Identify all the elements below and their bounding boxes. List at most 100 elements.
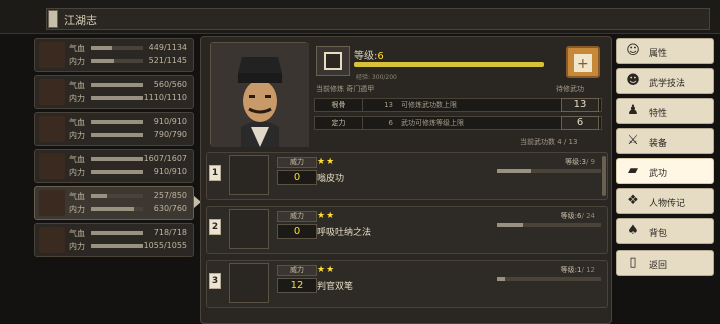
stat-row-gengu: 根骨 13 可修炼武功数上限 13: [314, 98, 602, 112]
menu-label: 特性: [649, 109, 668, 119]
menu-label: 武学技法: [649, 79, 686, 89]
mp-bar: [91, 207, 143, 211]
skill-level: 等级:1/ 12: [561, 265, 595, 275]
menu-label: 人物传记: [649, 199, 686, 209]
skill-level-label: 等级:: [560, 212, 578, 220]
page-title: 江湖志: [64, 14, 97, 27]
mp-label: 内力: [69, 168, 85, 177]
hp-bar: [91, 157, 143, 161]
menu-equipment[interactable]: ⚔ 装备: [616, 128, 714, 154]
power-label: 威力: [277, 157, 317, 168]
menu-attributes[interactable]: ☺ 属性: [616, 38, 714, 64]
menu-back[interactable]: ▯ 返回: [616, 250, 714, 276]
character-portrait: [210, 42, 309, 147]
menu-label: 返回: [649, 261, 668, 271]
mp-bar: [91, 133, 143, 137]
skill-stars: ★★: [317, 265, 336, 275]
title-frame: [46, 8, 710, 30]
top-bar: 江湖志: [0, 0, 720, 34]
mp-value: 790/790: [153, 130, 187, 139]
menu-traits[interactable]: ♟ 特性: [616, 98, 714, 124]
skill-list-scrollbar[interactable]: [602, 156, 606, 196]
stat-value: 13: [384, 101, 393, 109]
current-training-label: 当前修炼: [316, 85, 344, 93]
hp-label: 气血: [69, 192, 85, 201]
menu-martial-arts[interactable]: ▰ 武功: [616, 158, 714, 184]
skills-icon: ☻: [626, 73, 640, 88]
stat-row-dingli: 定力 6 武功可修炼等级上限 6: [314, 116, 602, 130]
skill-row-3[interactable]: 3 威力 12 ★★ 判官双笔 等级:1/ 12: [206, 260, 608, 308]
menu-label: 装备: [649, 139, 668, 149]
avatar: [39, 227, 65, 253]
mp-bar: [91, 59, 143, 63]
mp-label: 内力: [69, 242, 85, 251]
exp-text: 经验: 300/200: [356, 74, 397, 81]
stat-name: 定力: [315, 117, 363, 129]
skill-level-max: / 9: [585, 158, 595, 166]
hp-label: 气血: [69, 155, 85, 164]
menu-biography[interactable]: ❖ 人物传记: [616, 188, 714, 214]
skill-row-2[interactable]: 2 威力 0 ★★ 呼吸吐纳之法 等级:6/ 24: [206, 206, 608, 254]
mp-bar: [91, 244, 143, 248]
hp-label: 气血: [69, 44, 85, 53]
character-card-6[interactable]: 气血 718/718 内力 1055/1055: [34, 223, 194, 257]
menu-label: 背包: [649, 229, 668, 239]
skill-stars: ★★: [317, 211, 336, 221]
character-card-2[interactable]: 气血 560/560 内力 1110/1110: [34, 75, 194, 109]
skill-icon: [229, 155, 269, 195]
current-training-value: 奇门遁甲: [346, 85, 375, 93]
character-card-5[interactable]: 气血 257/850 内力 630/760: [34, 186, 194, 220]
bag-icon: ♠: [627, 223, 639, 238]
skill-level-label: 等级:: [565, 158, 582, 166]
training-button-label: 待修武功: [556, 85, 584, 93]
biography-icon: ❖: [627, 193, 639, 208]
mp-value: 1055/1055: [143, 241, 187, 250]
power-value: 12: [277, 278, 317, 293]
training-book-icon[interactable]: +: [566, 46, 600, 78]
mp-value: 910/910: [153, 167, 187, 176]
hp-value: 910/910: [153, 117, 187, 126]
mp-label: 内力: [69, 94, 85, 103]
skill-row-1[interactable]: 1 威力 0 ★★ 嗡皮功 等级:3/ 9: [206, 152, 608, 200]
current-skill-count: 当前武功数 4 / 13: [520, 137, 577, 147]
skill-stars: ★★: [317, 157, 336, 167]
skill-icon: [229, 263, 269, 303]
skill-level-label: 等级:: [560, 266, 578, 274]
stat-desc: 可修炼武功数上限: [401, 101, 457, 109]
hp-label: 气血: [69, 118, 85, 127]
power-label: 威力: [277, 265, 317, 276]
power-label: 威力: [277, 211, 317, 222]
sword-icon: ⚔: [627, 133, 639, 148]
avatar: [39, 153, 65, 179]
character-card-3[interactable]: 气血 910/910 内力 790/790: [34, 112, 194, 146]
hp-bar: [91, 194, 143, 198]
book-icon: [48, 10, 58, 28]
trait-icon: ♟: [627, 103, 639, 118]
skill-index: 2: [209, 219, 221, 235]
power-value: 0: [277, 224, 317, 239]
current-skill-count-label: 当前武功数: [520, 138, 555, 146]
menu-bag[interactable]: ♠ 背包: [616, 218, 714, 244]
mp-label: 内力: [69, 131, 85, 140]
level-value: 6: [377, 51, 384, 62]
mp-value: 630/760: [153, 204, 187, 213]
mp-bar: [91, 170, 143, 174]
mp-label: 内力: [69, 205, 85, 214]
stat-big-value: 13: [561, 98, 599, 112]
menu-label: 属性: [649, 49, 668, 59]
skill-level-bar: [497, 169, 601, 173]
skill-icon: [229, 209, 269, 249]
avatar: [39, 79, 65, 105]
skill-level-bar: [497, 277, 601, 281]
hp-bar: [91, 46, 143, 50]
skill-level: 等级:6/ 24: [561, 211, 595, 221]
book-icon: ▰: [628, 163, 638, 178]
stat-value: 6: [388, 119, 393, 127]
hp-value: 718/718: [153, 228, 187, 237]
avatar: [39, 116, 65, 142]
character-card-4[interactable]: 气血 1607/1607 内力 910/910: [34, 149, 194, 183]
menu-martial-techniques[interactable]: ☻ 武学技法: [616, 68, 714, 94]
skill-name: 嗡皮功: [317, 174, 345, 184]
svg-text:+: +: [577, 56, 589, 72]
character-card-1[interactable]: 气血 449/1134 内力 521/1145: [34, 38, 194, 72]
